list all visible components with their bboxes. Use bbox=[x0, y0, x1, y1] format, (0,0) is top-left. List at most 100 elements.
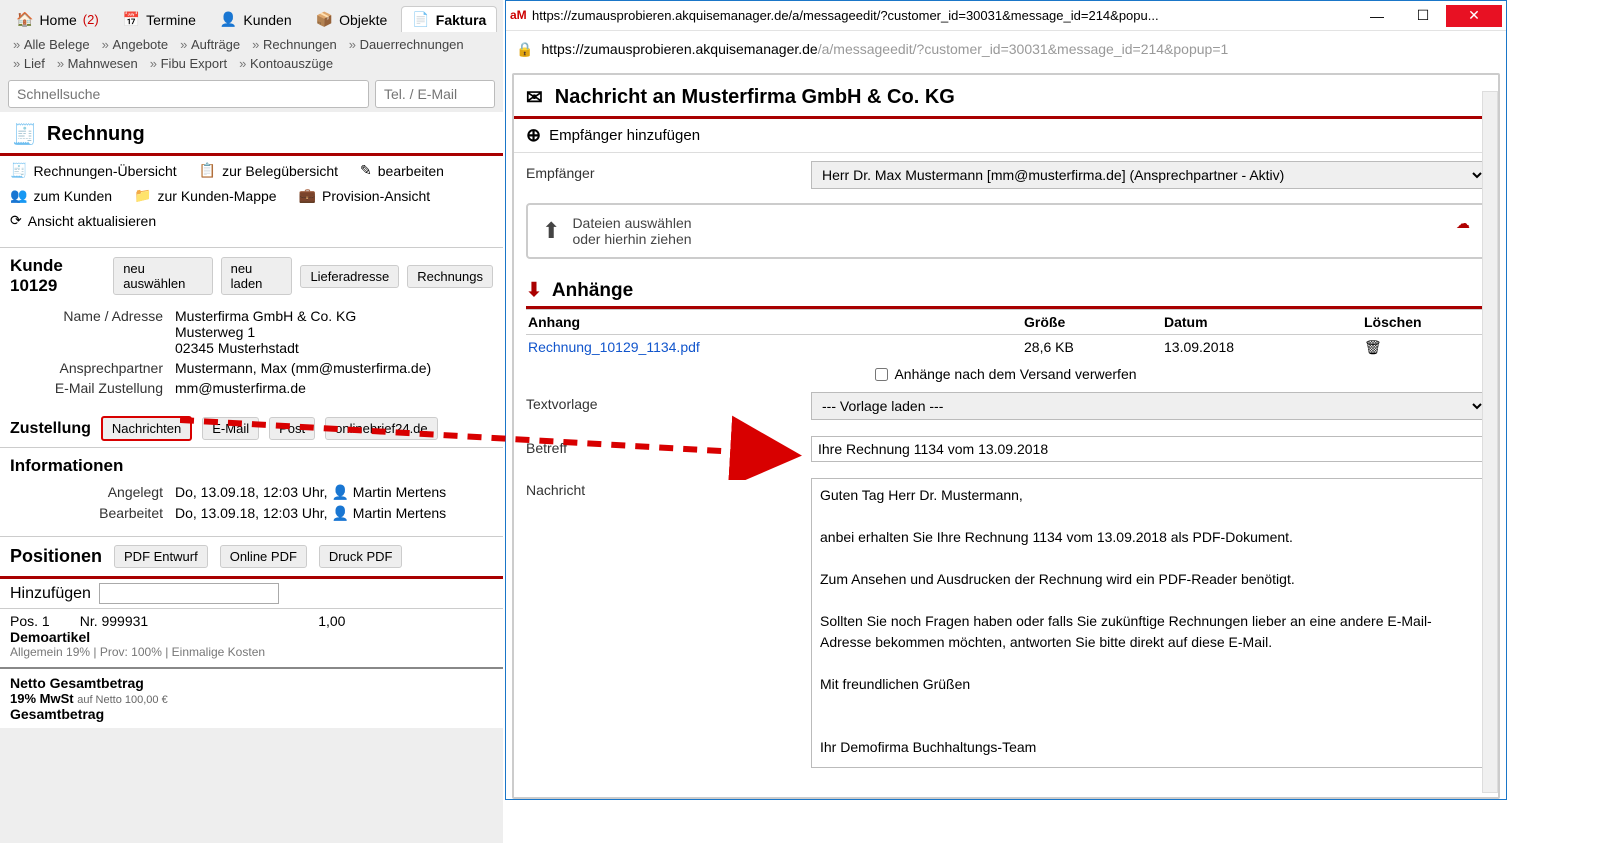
action-label: zur Belegübersicht bbox=[222, 163, 338, 179]
window-title-bar: aM https://zumausprobieren.akquisemanage… bbox=[506, 1, 1506, 31]
cloud-upload-icon: ☁ bbox=[1456, 215, 1470, 232]
tel-email-input[interactable] bbox=[375, 80, 495, 108]
subtab-angebote[interactable]: Angebote bbox=[97, 36, 174, 53]
betreff-input[interactable] bbox=[811, 436, 1486, 462]
tab-kunden-label: Kunden bbox=[243, 12, 291, 28]
total-mwst-sub: auf Netto 100,00 € bbox=[77, 694, 168, 706]
subtab-mahnwesen[interactable]: Mahnwesen bbox=[52, 55, 143, 72]
action-rechnungen-uebersicht[interactable]: 🧾 Rechnungen-Übersicht bbox=[10, 162, 177, 179]
zustellung-nachrichten[interactable]: Nachrichten bbox=[101, 416, 192, 441]
hinzufuegen-input[interactable] bbox=[99, 583, 279, 604]
value-name-adresse: Musterfirma GmbH & Co. KG Musterweg 1 02… bbox=[175, 308, 493, 356]
zustellung-onlinebrief[interactable]: onlinebrief24.de bbox=[325, 417, 438, 440]
discard-attachments-label: Anhänge nach dem Versand verwerfen bbox=[894, 366, 1136, 382]
address-bar[interactable]: 🔒 https://zumausprobieren.akquisemanager… bbox=[506, 31, 1506, 67]
tab-objekte[interactable]: 📦 Objekte bbox=[306, 7, 398, 32]
subtab-fibu-export[interactable]: Fibu Export bbox=[145, 55, 232, 72]
add-recipient-label: Empfänger hinzufügen bbox=[549, 127, 700, 144]
lock-icon: 🔒 bbox=[516, 41, 533, 58]
window-minimize-button[interactable]: — bbox=[1354, 5, 1400, 27]
window-maximize-button[interactable]: ☐ bbox=[1400, 5, 1446, 27]
positionen-druck-pdf[interactable]: Druck PDF bbox=[319, 545, 403, 568]
kunde-neu-laden[interactable]: neu laden bbox=[221, 257, 293, 295]
person-icon: 👤 bbox=[331, 505, 348, 521]
cust-name: Musterfirma GmbH & Co. KG bbox=[175, 308, 493, 324]
tab-home[interactable]: 🏠 Home (2) bbox=[6, 7, 109, 32]
objects-icon: 📦 bbox=[316, 11, 333, 28]
tab-home-count: (2) bbox=[83, 12, 99, 27]
kunde-label: Kunde 10129 bbox=[10, 256, 105, 296]
th-anhang: Anhang bbox=[528, 314, 1024, 330]
positionen-online-pdf[interactable]: Online PDF bbox=[220, 545, 307, 568]
cust-street: Musterweg 1 bbox=[175, 324, 493, 340]
th-groesse: Größe bbox=[1024, 314, 1164, 330]
download-icon: ⬇ bbox=[526, 279, 542, 302]
th-loeschen: Löschen bbox=[1364, 314, 1484, 330]
plus-circle-icon: ⊕ bbox=[526, 125, 541, 146]
action-label: zum Kunden bbox=[33, 188, 112, 204]
discard-attachments-checkbox[interactable] bbox=[875, 368, 888, 381]
subtab-kontoauszuege[interactable]: Kontoauszüge bbox=[234, 55, 338, 72]
anhaenge-title: Anhänge bbox=[552, 280, 633, 302]
textvorlage-select[interactable]: --- Vorlage laden --- bbox=[811, 392, 1486, 420]
value-ansprechpartner: Mustermann, Max (mm@musterfirma.de) bbox=[175, 360, 493, 376]
document-icon: 📄 bbox=[412, 11, 429, 28]
action-zur-beleguebersicht[interactable]: 📋 zur Belegübersicht bbox=[199, 162, 338, 179]
value-email-zustellung: mm@musterfirma.de bbox=[175, 380, 493, 396]
action-zur-kunden-mappe[interactable]: 📁 zur Kunden-Mappe bbox=[134, 187, 277, 204]
vertical-scrollbar[interactable] bbox=[1482, 91, 1498, 793]
action-label: zur Kunden-Mappe bbox=[157, 188, 276, 204]
action-ansicht-aktualisieren[interactable]: ⟳ Ansicht aktualisieren bbox=[10, 212, 156, 229]
action-label: Rechnungen-Übersicht bbox=[33, 163, 176, 179]
quicksearch-input[interactable] bbox=[8, 80, 369, 108]
subtab-rechnungen[interactable]: Rechnungen bbox=[247, 36, 342, 53]
tab-termine[interactable]: 📅 Termine bbox=[113, 7, 206, 32]
action-zum-kunden[interactable]: 👥 zum Kunden bbox=[10, 187, 112, 204]
nachricht-textarea[interactable] bbox=[811, 478, 1486, 768]
zustellung-post[interactable]: Post bbox=[269, 417, 315, 440]
subtab-auftraege[interactable]: Aufträge bbox=[175, 36, 245, 53]
file-dropzone[interactable]: ⬆ Dateien auswählen oder hierhin ziehen … bbox=[526, 203, 1486, 259]
cust-city: 02345 Musterhstadt bbox=[175, 340, 493, 356]
window-close-button[interactable]: ✕ bbox=[1446, 5, 1502, 27]
pos-artnr: Nr. 999931 bbox=[80, 613, 149, 629]
angelegt-user: Martin Mertens bbox=[353, 484, 446, 500]
subtab-lief[interactable]: Lief bbox=[8, 55, 50, 72]
tab-faktura-label: Faktura bbox=[436, 12, 487, 28]
address-path: /a/messageedit/?customer_id=30031&messag… bbox=[818, 41, 1229, 57]
attachment-filename-link[interactable]: Rechnung_10129_1134.pdf bbox=[528, 339, 1024, 356]
positionen-pdf-entwurf[interactable]: PDF Entwurf bbox=[114, 545, 208, 568]
trash-icon: 🗑 bbox=[1364, 339, 1382, 355]
calendar-icon: 📅 bbox=[123, 11, 140, 28]
informationen-header: Informationen bbox=[0, 448, 503, 480]
add-recipient-button[interactable]: ⊕ Empfänger hinzufügen bbox=[514, 119, 1498, 153]
tab-faktura[interactable]: 📄 Faktura bbox=[401, 6, 497, 32]
positionen-title: Positionen bbox=[10, 546, 102, 567]
kunde-lieferadresse[interactable]: Lieferadresse bbox=[300, 265, 399, 288]
section-title: Rechnung bbox=[47, 123, 145, 146]
th-datum: Datum bbox=[1164, 314, 1364, 330]
action-bearbeiten[interactable]: ✎ bearbeiten bbox=[360, 162, 444, 179]
mail-icon: ✉ bbox=[526, 85, 543, 110]
subtab-dauerrechnungen[interactable]: Dauerrechnungen bbox=[344, 36, 469, 53]
tab-kunden[interactable]: 👤 Kunden bbox=[210, 7, 302, 32]
action-label: Provision-Ansicht bbox=[322, 188, 430, 204]
zustellung-email[interactable]: E-Mail bbox=[202, 417, 259, 440]
kunde-rechnungs[interactable]: Rechnungs bbox=[407, 265, 493, 288]
value-bearbeitet: Do, 13.09.18, 12:03 Uhr, 👤 Martin Merten… bbox=[175, 505, 493, 522]
attachment-delete-button[interactable]: 🗑 bbox=[1364, 339, 1484, 356]
total-netto: Netto Gesamtbetrag bbox=[10, 675, 493, 691]
label-angelegt: Angelegt bbox=[10, 484, 175, 501]
subtab-alle-belege[interactable]: Alle Belege bbox=[8, 36, 95, 53]
pos-article-name: Demoartikel bbox=[10, 629, 493, 645]
label-empfaenger: Empfänger bbox=[526, 161, 811, 181]
kunde-neu-auswaehlen[interactable]: neu auswählen bbox=[113, 257, 212, 295]
main-tabs: 🏠 Home (2) 📅 Termine 👤 Kunden 📦 Objekte … bbox=[0, 0, 503, 32]
action-label: Ansicht aktualisieren bbox=[28, 213, 156, 229]
action-provision-ansicht[interactable]: 💼 Provision-Ansicht bbox=[299, 187, 431, 204]
dropzone-line2: oder hierhin ziehen bbox=[572, 231, 691, 247]
empfaenger-select[interactable]: Herr Dr. Max Mustermann [mm@musterfirma.… bbox=[811, 161, 1486, 189]
action-label: bearbeiten bbox=[378, 163, 444, 179]
home-icon: 🏠 bbox=[16, 11, 33, 28]
invoice-icon: 🧾 bbox=[12, 122, 37, 147]
